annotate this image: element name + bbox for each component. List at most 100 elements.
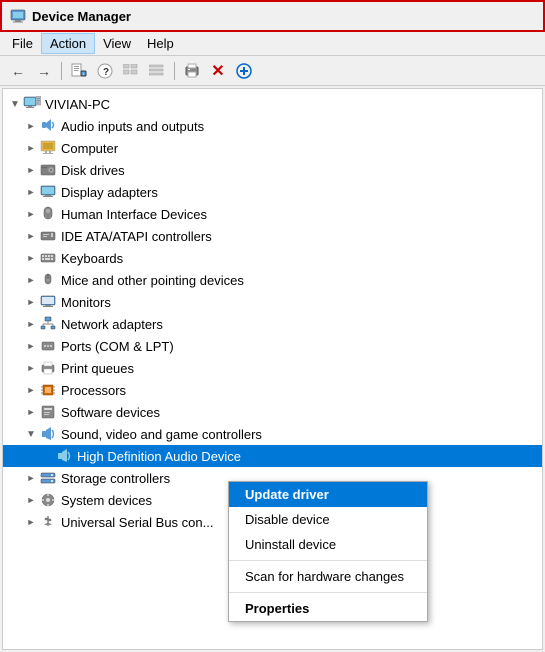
tree-item-mice[interactable]: ► Mice and other pointing devices [3, 269, 542, 291]
icon-vivian-pc [23, 96, 41, 112]
expander-computer[interactable]: ► [23, 140, 39, 156]
label-keyboards: Keyboards [61, 251, 123, 266]
ctx-sep-2 [229, 592, 427, 593]
expander-ports[interactable]: ► [23, 338, 39, 354]
tree-item-monitors[interactable]: ► Monitors [3, 291, 542, 313]
ctx-update-driver[interactable]: Update driver [229, 482, 427, 507]
icon-monitors [39, 294, 57, 310]
label-usb: Universal Serial Bus con... [61, 515, 213, 530]
label-system: System devices [61, 493, 152, 508]
expander-hd-audio [39, 448, 55, 464]
icon-sound [39, 426, 57, 442]
tree-item-vivian-pc[interactable]: ▼ VIVIAN-PC [3, 93, 542, 115]
icon-software [39, 404, 57, 420]
label-mice: Mice and other pointing devices [61, 273, 244, 288]
icon-keyboards [39, 250, 57, 266]
expander-disk[interactable]: ► [23, 162, 39, 178]
icon-mice [39, 272, 57, 288]
tree-item-network[interactable]: ► Network adapters [3, 313, 542, 335]
icon-ide [39, 228, 57, 244]
tree-item-ide[interactable]: ► IDE ATA/ATAPI controllers [3, 225, 542, 247]
toolbar-remove-btn[interactable]: ✕ [206, 60, 230, 82]
toolbar-info-btn[interactable]: ? [93, 60, 117, 82]
ctx-sep-1 [229, 560, 427, 561]
title-bar: Device Manager [0, 0, 545, 32]
ctx-scan-hardware[interactable]: Scan for hardware changes [229, 564, 427, 589]
label-hd-audio: High Definition Audio Device [77, 449, 241, 464]
expander-mice[interactable]: ► [23, 272, 39, 288]
icon-network [39, 316, 57, 332]
expander-monitors[interactable]: ► [23, 294, 39, 310]
expander-software[interactable]: ► [23, 404, 39, 420]
label-computer: Computer [61, 141, 118, 156]
expander-system[interactable]: ► [23, 492, 39, 508]
device-manager-icon [10, 8, 26, 24]
toolbar-sep-2 [174, 62, 175, 80]
main-content: ▼ VIVIAN-PC ► Audio inputs and outputs ►… [2, 88, 543, 650]
label-disk: Disk drives [61, 163, 125, 178]
tree-item-hid[interactable]: ► Human Interface Devices [3, 203, 542, 225]
icon-system [39, 492, 57, 508]
tree-item-sound[interactable]: ▼ Sound, video and game controllers [3, 423, 542, 445]
label-sound: Sound, video and game controllers [61, 427, 262, 442]
menu-bar: File Action View Help [0, 32, 545, 56]
expander-ide[interactable]: ► [23, 228, 39, 244]
label-processors: Processors [61, 383, 126, 398]
tree-item-audio[interactable]: ► Audio inputs and outputs [3, 115, 542, 137]
toolbar-add-btn[interactable] [232, 60, 256, 82]
expander-hid[interactable]: ► [23, 206, 39, 222]
ctx-disable-device[interactable]: Disable device [229, 507, 427, 532]
toolbar-print-btn[interactable] [180, 60, 204, 82]
svg-text:?: ? [103, 67, 109, 78]
menu-file[interactable]: File [4, 34, 41, 53]
icon-processors [39, 382, 57, 398]
expander-processors[interactable]: ► [23, 382, 39, 398]
expander-print[interactable]: ► [23, 360, 39, 376]
toolbar-grid-btn[interactable] [119, 60, 143, 82]
label-audio: Audio inputs and outputs [61, 119, 204, 134]
label-vivian-pc: VIVIAN-PC [45, 97, 110, 112]
label-storage: Storage controllers [61, 471, 170, 486]
tree-item-software[interactable]: ► Software devices [3, 401, 542, 423]
label-ide: IDE ATA/ATAPI controllers [61, 229, 212, 244]
icon-ports [39, 338, 57, 354]
tree-item-processors[interactable]: ► Processors [3, 379, 542, 401]
toolbar-forward-btn[interactable]: → [32, 60, 56, 82]
expander-storage[interactable]: ► [23, 470, 39, 486]
toolbar: ← → i ? ✕ [0, 56, 545, 86]
tree-item-computer[interactable]: ► Computer [3, 137, 542, 159]
label-ports: Ports (COM & LPT) [61, 339, 174, 354]
toolbar-list-btn[interactable] [145, 60, 169, 82]
ctx-properties[interactable]: Properties [229, 596, 427, 621]
menu-action[interactable]: Action [41, 33, 95, 54]
toolbar-back-btn[interactable]: ← [6, 60, 30, 82]
icon-hd-audio [55, 448, 73, 464]
menu-view[interactable]: View [95, 34, 139, 53]
ctx-uninstall-device[interactable]: Uninstall device [229, 532, 427, 557]
tree-item-disk[interactable]: ► Disk drives [3, 159, 542, 181]
expander-usb[interactable]: ► [23, 514, 39, 530]
expander-display[interactable]: ► [23, 184, 39, 200]
label-network: Network adapters [61, 317, 163, 332]
tree-item-print[interactable]: ► Print queues [3, 357, 542, 379]
icon-audio [39, 118, 57, 134]
tree-item-ports[interactable]: ► Ports (COM & LPT) [3, 335, 542, 357]
icon-usb [39, 514, 57, 530]
expander-audio[interactable]: ► [23, 118, 39, 134]
expander-vivian-pc[interactable]: ▼ [7, 96, 23, 112]
toolbar-properties-btn[interactable]: i [67, 60, 91, 82]
expander-keyboards[interactable]: ► [23, 250, 39, 266]
icon-storage [39, 470, 57, 486]
context-menu: Update driver Disable device Uninstall d… [228, 481, 428, 622]
expander-sound[interactable]: ▼ [23, 426, 39, 442]
menu-help[interactable]: Help [139, 34, 182, 53]
expander-network[interactable]: ► [23, 316, 39, 332]
device-tree: ▼ VIVIAN-PC ► Audio inputs and outputs ►… [3, 89, 542, 537]
tree-item-display[interactable]: ► Display adapters [3, 181, 542, 203]
toolbar-sep-1 [61, 62, 62, 80]
tree-item-keyboards[interactable]: ► Keyboards [3, 247, 542, 269]
icon-hid [39, 206, 57, 222]
tree-item-hd-audio[interactable]: High Definition Audio Device [3, 445, 542, 467]
svg-text:i: i [83, 71, 84, 76]
icon-print [39, 360, 57, 376]
